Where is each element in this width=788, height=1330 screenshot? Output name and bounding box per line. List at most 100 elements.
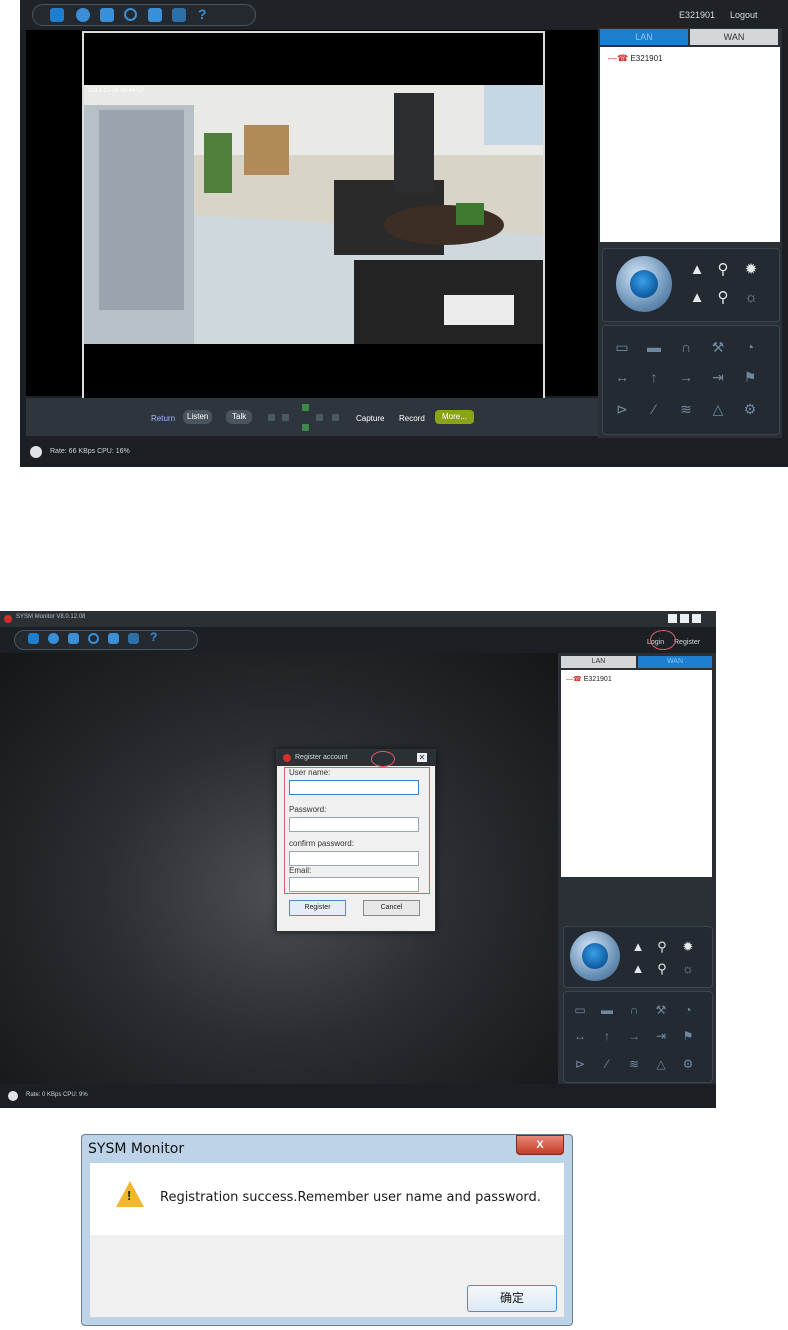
register-submit-button[interactable]: Register [289,900,346,916]
arrows-h-icon[interactable]: ↔ [612,370,632,384]
arrow-right-icon[interactable]: → [624,1029,644,1043]
enter-icon[interactable]: ⇥ [651,1029,671,1043]
dialog-logo-icon [283,754,291,762]
zoom-down-icon[interactable]: ▲ [688,290,706,305]
message-title: SYSM Monitor [88,1141,185,1157]
nav-right-icon[interactable] [332,414,339,421]
status-text: Rate: 0 KBps CPU: 9% [26,1092,88,1098]
password-input[interactable] [289,817,419,832]
tree-device-item[interactable]: ―☎ E321901 [566,675,612,683]
cancel-button[interactable]: Cancel [363,900,420,916]
wifi-icon[interactable]: ≋ [676,402,696,416]
warning-icon[interactable]: △ [651,1057,671,1071]
pennant-icon[interactable]: ⊳ [612,402,632,416]
monitor-icon[interactable]: ▭ [612,340,632,354]
warning-exclaim: ! [127,1188,132,1203]
tool-icon[interactable]: ⚙ [678,1057,698,1071]
record-button[interactable]: Record [399,412,425,426]
focus-near-icon[interactable]: ⚲ [714,262,732,277]
user-name-input[interactable] [289,780,419,795]
nav-left-icon[interactable] [268,414,275,421]
fullscreen-icon[interactable] [316,414,323,421]
message-text: Registration success.Remember user name … [160,1190,541,1205]
layout-icon[interactable] [28,633,39,644]
enter-icon[interactable]: ⇥ [708,370,728,384]
monitor-icon[interactable]: ▭ [570,1003,590,1017]
search-icon[interactable] [88,633,99,644]
settings-icon[interactable] [48,633,59,644]
confirm-password-input[interactable] [289,851,419,866]
ptz-center-icon[interactable] [630,270,658,298]
minimize-button[interactable] [668,614,677,623]
layout-icon[interactable] [50,8,64,22]
wifi-icon[interactable]: ≋ [624,1057,644,1071]
close-button[interactable] [692,614,701,623]
talk-button[interactable]: Talk [226,410,253,424]
flag-icon[interactable]: ⚑ [678,1029,698,1043]
arrow-right-icon[interactable]: → [676,370,696,384]
tab-wan[interactable]: WAN [638,656,712,668]
message-close-button[interactable]: X [516,1135,564,1155]
zoom-in-icon[interactable] [302,404,309,411]
dialog-title-highlight [371,751,395,767]
camera-icon[interactable] [100,8,114,22]
tab-wan[interactable]: WAN [690,29,778,45]
help-icon[interactable]: ? [150,630,164,644]
iris-open-icon[interactable]: ✹ [680,939,696,954]
tab-lan[interactable]: LAN [561,656,636,668]
email-input[interactable] [289,877,419,892]
clock-icon[interactable]: ◔ [678,1003,698,1017]
iris-open-icon[interactable]: ✹ [742,262,760,277]
lock-icon[interactable] [148,8,162,22]
focus-far-icon[interactable]: ⚲ [654,961,670,976]
clapper-icon[interactable]: ▬ [644,340,664,354]
nav-mid-icon[interactable] [282,414,289,421]
iris-close-icon[interactable]: ☼ [680,961,696,976]
register-link[interactable]: Register [674,639,700,646]
device-tree [561,670,712,877]
headset-icon[interactable]: ∩ [624,1003,644,1017]
wrench-icon[interactable]: ⚒ [651,1003,671,1017]
zoom-up-icon[interactable]: ▲ [630,939,646,954]
camera-icon[interactable] [68,633,79,644]
arrow-up-icon[interactable]: ↑ [597,1029,617,1043]
clock-icon[interactable]: ◔ [740,340,760,354]
listen-button[interactable]: Listen [183,410,213,424]
dialog-close-button[interactable]: ✕ [417,753,427,762]
wrench-icon[interactable]: ⚒ [708,340,728,354]
maximize-button[interactable] [680,614,689,623]
cone-icon[interactable]: ⁄ [644,402,664,416]
tab-lan[interactable]: LAN [600,29,688,45]
video-frame[interactable]: 2013-12-16 09:44:52 [82,31,545,401]
pennant-icon[interactable]: ⊳ [570,1057,590,1071]
search-icon[interactable] [124,8,137,21]
arrow-up-icon[interactable]: ↑ [644,370,664,384]
disk-icon[interactable] [128,633,139,644]
tree-device-item[interactable]: ―☎ E321901 [608,53,662,64]
cone-icon[interactable]: ⁄ [597,1057,617,1071]
more-button[interactable]: More... [435,410,474,424]
focus-far-icon[interactable]: ⚲ [714,290,732,305]
settings-icon[interactable] [76,8,90,22]
arrows-h-icon[interactable]: ↔ [570,1029,590,1043]
warning-icon[interactable]: △ [708,402,728,416]
zoom-out-icon[interactable] [302,424,309,431]
headset-icon[interactable]: ∩ [676,340,696,354]
zoom-up-icon[interactable]: ▲ [688,262,706,277]
status-text: Rate: 66 KBps CPU: 16% [50,448,130,455]
capture-button[interactable]: Capture [356,412,384,426]
help-icon[interactable]: ? [198,6,212,22]
lock-icon[interactable] [108,633,119,644]
tool-icon[interactable]: ⚙ [740,402,760,416]
register-highlight-circle [650,630,676,650]
iris-close-icon[interactable]: ☼ [742,290,760,305]
logout-link[interactable]: Logout [730,10,758,20]
flag-icon[interactable]: ⚑ [740,370,760,384]
disk-icon[interactable] [172,8,186,22]
return-button[interactable]: Return [151,412,175,426]
focus-near-icon[interactable]: ⚲ [654,939,670,954]
zoom-down-icon[interactable]: ▲ [630,961,646,976]
ptz-center-icon[interactable] [582,943,608,969]
clapper-icon[interactable]: ▬ [597,1003,617,1017]
ok-button[interactable]: 确定 [467,1285,557,1312]
